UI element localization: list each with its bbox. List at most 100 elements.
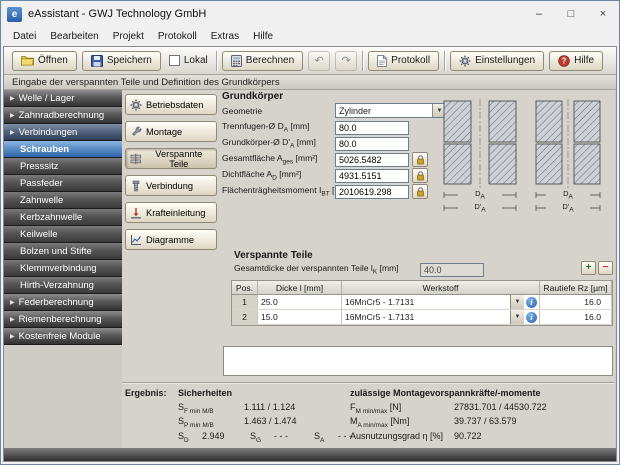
gesamtflaeche-row: Gesamtfläche Ages [mm²] bbox=[222, 152, 428, 167]
save-button[interactable]: Speichern bbox=[82, 51, 161, 71]
montage-title: zulässige Montagevorspannkräfte/-momente bbox=[350, 388, 541, 398]
dichtflaeche-input[interactable] bbox=[335, 169, 409, 183]
sidebar-item-klemmverbindung[interactable]: Klemmverbindung bbox=[4, 260, 122, 277]
toolbar: Öffnen Speichern Lokal Berechnen ↶ ↷ Pro… bbox=[4, 47, 616, 75]
grundkoerper-durchmesser-input[interactable] bbox=[335, 137, 409, 151]
sidebar-item-kostenfreie-module[interactable]: ▶Kostenfreie Module bbox=[4, 328, 122, 345]
geometrie-row: Geometrie Zylinder ▼ bbox=[222, 103, 447, 118]
undo-button[interactable]: ↶ bbox=[308, 51, 330, 71]
undo-icon: ↶ bbox=[315, 54, 324, 67]
sidebar-item-riemenberechnung[interactable]: ▶Riemenberechnung bbox=[4, 311, 122, 328]
toolbar-separator bbox=[444, 51, 445, 71]
werkstoff-value: 16MnCr5 - 1.7131 bbox=[342, 297, 510, 307]
menu-datei[interactable]: Datei bbox=[6, 29, 43, 44]
nav-betriebsdaten-button[interactable]: Betriebsdaten bbox=[125, 94, 217, 115]
dim-label-dpa-left: D'A bbox=[458, 203, 502, 215]
lock-button[interactable] bbox=[412, 152, 428, 167]
sidebar-item-bolzen-und-stifte[interactable]: Bolzen und Stifte bbox=[4, 243, 122, 260]
title-bar[interactable]: e eAssistant - GWJ Technology GmbH – □ × bbox=[1, 1, 619, 27]
add-row-button[interactable]: + bbox=[581, 261, 596, 275]
menu-extras[interactable]: Extras bbox=[204, 29, 246, 44]
dicke-cell[interactable]: 25.0 bbox=[258, 295, 342, 309]
local-checkbox[interactable] bbox=[169, 55, 180, 66]
remove-row-button[interactable]: − bbox=[598, 261, 613, 275]
sidebar-item-zahnradberechnung[interactable]: ▶Zahnradberechnung bbox=[4, 107, 122, 124]
label-text: Ausnutzungsgrad η [%] bbox=[350, 431, 443, 441]
open-label: Öffnen bbox=[38, 55, 68, 66]
lock-button[interactable] bbox=[412, 184, 428, 199]
trennfugen-input[interactable] bbox=[335, 121, 409, 135]
protocol-button[interactable]: Protokoll bbox=[368, 51, 439, 71]
sidebar-item-federberechnung[interactable]: ▶Federberechnung bbox=[4, 294, 122, 311]
sidebar-item-hirth-verzahnung[interactable]: Hirth-Verzahnung bbox=[4, 277, 122, 294]
label-text: [N] bbox=[387, 402, 401, 412]
sidebar-item-schrauben[interactable]: Schrauben bbox=[4, 141, 122, 158]
sf-value: 1.111 / 1.124 bbox=[244, 402, 295, 412]
dim-label-dpa-right: D'A bbox=[546, 203, 590, 215]
close-button[interactable]: × bbox=[587, 1, 619, 27]
calculate-button[interactable]: Berechnen bbox=[222, 51, 303, 71]
nav-diagramme-button[interactable]: Diagramme bbox=[125, 229, 217, 250]
sidebar-item-passfeder[interactable]: Passfeder bbox=[4, 175, 122, 192]
menu-bar: Datei Bearbeiten Projekt Protokoll Extra… bbox=[2, 27, 618, 46]
sidebar-item-verbindungen[interactable]: ▶Verbindungen bbox=[4, 124, 122, 141]
fm-value: 27831.701 / 44530.722 bbox=[454, 402, 547, 412]
rautiefe-cell[interactable]: 16.0 bbox=[540, 295, 612, 309]
chevron-down-icon[interactable]: ▼ bbox=[510, 295, 524, 309]
lock-button[interactable] bbox=[412, 168, 428, 183]
nav-krafteinleitung-button[interactable]: Krafteinleitung bbox=[125, 202, 217, 223]
menu-bearbeiten[interactable]: Bearbeiten bbox=[43, 29, 105, 44]
table-row: 1 25.0 16MnCr5 - 1.7131 ▼ i 16.0 bbox=[232, 295, 612, 310]
gear-icon bbox=[459, 55, 471, 67]
nav-verspannte-teile-button[interactable]: Verspannte Teile bbox=[125, 148, 217, 169]
protocol-label: Protokoll bbox=[391, 55, 430, 66]
traegheitsmoment-row: Flächenträgheitsmoment IBT [mm⁴] bbox=[222, 184, 428, 199]
redo-button[interactable]: ↷ bbox=[335, 51, 357, 71]
local-checkbox-group[interactable]: Lokal bbox=[166, 55, 211, 66]
chevron-down-icon[interactable]: ▼ bbox=[510, 310, 524, 324]
dicke-cell[interactable]: 15.0 bbox=[258, 310, 342, 324]
arrow-right-icon: ▶ bbox=[10, 95, 15, 102]
nav-montage-button[interactable]: Montage bbox=[125, 121, 217, 142]
main-content: Betriebsdaten Montage Verspannte Teile V… bbox=[122, 90, 615, 448]
traegheitsmoment-label: Flächenträgheitsmoment IBT [mm⁴] bbox=[222, 185, 335, 198]
open-button[interactable]: Öffnen bbox=[12, 51, 77, 71]
minimize-button[interactable]: – bbox=[523, 1, 555, 27]
geometrie-select[interactable]: Zylinder ▼ bbox=[335, 103, 447, 118]
menu-projekt[interactable]: Projekt bbox=[106, 29, 151, 44]
werkstoff-select[interactable]: 16MnCr5 - 1.7131 ▼ i bbox=[342, 295, 540, 309]
sidebar-item-label: Schrauben bbox=[20, 144, 69, 155]
label-text: [mm²] bbox=[277, 169, 301, 179]
window-controls: – □ × bbox=[523, 1, 619, 27]
label-text: [mm] bbox=[288, 121, 309, 131]
sidebar-item-presssitz[interactable]: Presssitz bbox=[4, 158, 122, 175]
sidebar-item-label: Kostenfreie Module bbox=[19, 331, 101, 342]
info-bar-text: Eingabe der verspannten Teile und Defini… bbox=[12, 77, 280, 88]
settings-button[interactable]: Einstellungen bbox=[450, 51, 544, 71]
nav-verbindung-button[interactable]: Verbindung bbox=[125, 175, 217, 196]
label-sub: A bbox=[481, 207, 485, 214]
nav-label: Diagramme bbox=[146, 235, 194, 245]
sidebar-item-label: Kerbzahnwelle bbox=[20, 212, 82, 223]
sidebar-item-zahnwelle[interactable]: Zahnwelle bbox=[4, 192, 122, 209]
arrow-right-icon: ▶ bbox=[10, 112, 15, 119]
sidebar-item-keilwelle[interactable]: Keilwelle bbox=[4, 226, 122, 243]
traegheitsmoment-input[interactable] bbox=[335, 185, 409, 199]
menu-hilfe[interactable]: Hilfe bbox=[246, 29, 280, 44]
maximize-button[interactable]: □ bbox=[555, 1, 587, 27]
col-pos: Pos. bbox=[232, 281, 258, 294]
info-icon[interactable]: i bbox=[526, 312, 537, 323]
info-icon[interactable]: i bbox=[526, 297, 537, 308]
sidebar-item-welle-lager[interactable]: ▶Welle / Lager bbox=[4, 90, 122, 107]
sidebar-item-label: Passfeder bbox=[20, 178, 63, 189]
help-button[interactable]: ? Hilfe bbox=[549, 51, 603, 71]
rautiefe-cell[interactable]: 16.0 bbox=[540, 310, 612, 324]
calculate-label: Berechnen bbox=[246, 55, 294, 66]
sp-label: SP min M/B bbox=[178, 416, 214, 429]
gesamtflaeche-input[interactable] bbox=[335, 153, 409, 167]
label-sub: G bbox=[256, 437, 261, 444]
menu-protokoll[interactable]: Protokoll bbox=[151, 29, 204, 44]
force-arrow-icon bbox=[130, 207, 142, 219]
sidebar-item-kerbzahnwelle[interactable]: Kerbzahnwelle bbox=[4, 209, 122, 226]
werkstoff-select[interactable]: 16MnCr5 - 1.7131 ▼ i bbox=[342, 310, 540, 324]
